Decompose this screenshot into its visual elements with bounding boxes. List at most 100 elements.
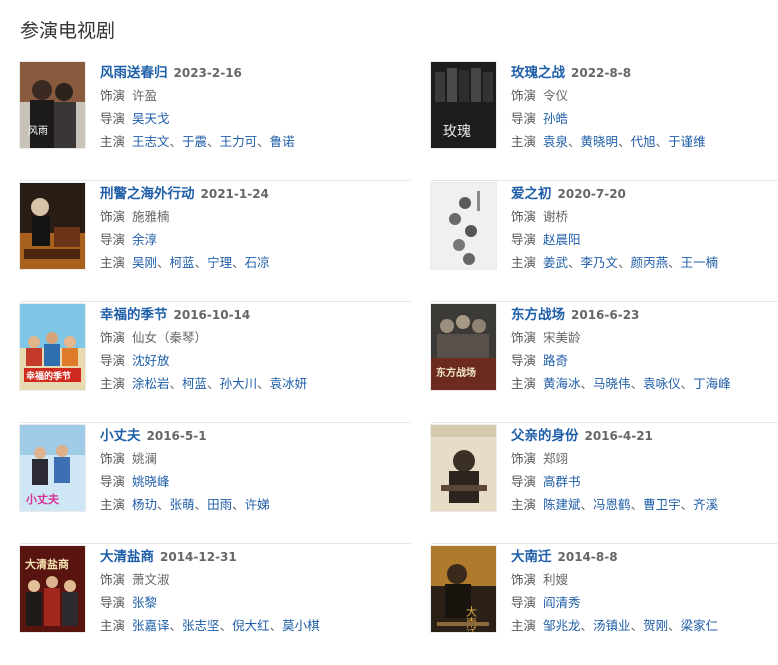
director-link[interactable]: 余淳 (132, 232, 157, 247)
show-title-link[interactable]: 爱之初 (511, 186, 552, 202)
cast-link[interactable]: 王一楠 (681, 255, 719, 270)
cast-link[interactable]: 许娣 (245, 497, 270, 512)
cast-link[interactable]: 张嘉译 (132, 618, 170, 633)
role-label: 饰演 (511, 451, 537, 466)
cast-link[interactable]: 贺刚 (643, 618, 668, 633)
director-label: 导演 (511, 111, 537, 126)
cast-link[interactable]: 齐溪 (693, 497, 718, 512)
cast-link[interactable]: 宁理 (207, 255, 232, 270)
show-title-link[interactable]: 风雨送春归 (100, 65, 168, 81)
cast-link[interactable]: 黄海冰 (543, 376, 581, 391)
show-poster[interactable]: 东方战场 (431, 304, 496, 390)
show-poster[interactable]: 大清盐商 (20, 546, 85, 632)
cast-link[interactable]: 于震 (182, 134, 207, 149)
show-date: 2014-8-8 (557, 550, 618, 564)
director-label: 导演 (100, 232, 126, 247)
cast-link[interactable]: 袁泉 (543, 134, 568, 149)
cast-link[interactable]: 张志坚 (182, 618, 220, 633)
cast-link[interactable]: 汤镇业 (593, 618, 631, 633)
show-poster[interactable]: 风雨 (20, 62, 85, 148)
show-card: 幸福的季节 幸福的季节 2016-10-14 饰演 仙女（秦琴） 导演 沈好放 主演涂… (20, 302, 431, 423)
director-label: 导演 (511, 595, 537, 610)
cast-link[interactable]: 柯蓝 (170, 255, 195, 270)
cast-label: 主演 (100, 255, 126, 270)
director-link[interactable]: 孙皓 (543, 111, 568, 126)
cast-link[interactable]: 颜丙燕 (631, 255, 669, 270)
show-card: 大南迁 大南迁 2014-8-8 饰演 利嫂 导演 阎清秀 主演 邹兆龙、汤镇业、贺刚、… (431, 544, 778, 665)
cast-label: 主演 (100, 497, 126, 512)
show-title-link[interactable]: 刑警之海外行动 (100, 186, 195, 202)
show-card: 风雨 风雨送春归 2023-2-16 饰演 许盈 导演 吴天戈 主演 王志文、于震、王力… (20, 60, 431, 181)
cast-link[interactable]: 邹兆龙 (543, 618, 581, 633)
cast-link[interactable]: 曹卫宇 (643, 497, 681, 512)
cast-link[interactable]: 袁冰妍 (270, 376, 308, 391)
cast-label: 主演 (100, 134, 126, 149)
cast-link[interactable]: 杨玏 (132, 497, 157, 512)
role-value: 萧文淑 (132, 572, 170, 587)
show-date: 2016-4-21 (584, 429, 653, 443)
cast-link[interactable]: 袁咏仪 (643, 376, 681, 391)
cast-link[interactable]: 于谨维 (668, 134, 706, 149)
cast-link[interactable]: 鲁诺 (270, 134, 295, 149)
svg-text:东方战场: 东方战场 (436, 366, 476, 379)
show-date: 2014-12-31 (160, 550, 237, 564)
cast-link[interactable]: 石凉 (245, 255, 270, 270)
show-title-link[interactable]: 父亲的身份 (511, 428, 579, 444)
cast-link[interactable]: 丁海峰 (693, 376, 731, 391)
role-value: 姚澜 (132, 451, 158, 466)
show-title-link[interactable]: 小丈夫 (100, 428, 141, 444)
director-link[interactable]: 路奇 (543, 353, 568, 368)
svg-text:玫瑰: 玫瑰 (443, 124, 471, 140)
director-link[interactable]: 张黎 (132, 595, 157, 610)
director-link[interactable]: 沈好放 (132, 353, 170, 368)
director-link[interactable]: 赵晨阳 (543, 232, 581, 247)
cast-link[interactable]: 田雨 (207, 497, 232, 512)
show-title-link[interactable]: 东方战场 (511, 307, 565, 323)
show-poster[interactable]: 大南迁 (431, 546, 496, 632)
cast-link[interactable]: 孙大川 (220, 376, 258, 391)
director-link[interactable]: 吴天戈 (132, 111, 170, 126)
show-poster[interactable] (20, 183, 85, 269)
cast-link[interactable]: 倪大红 (232, 618, 270, 633)
show-date: 2022-8-8 (571, 66, 632, 80)
director-link[interactable]: 阎清秀 (543, 595, 581, 610)
cast-link[interactable]: 冯恩鹤 (593, 497, 631, 512)
cast-link[interactable]: 黄晓明 (581, 134, 619, 149)
svg-text:风雨: 风雨 (28, 125, 48, 137)
director-label: 导演 (100, 111, 126, 126)
cast-link[interactable]: 李乃文 (581, 255, 619, 270)
section-title: 参演电视剧 (20, 20, 116, 42)
show-poster[interactable]: 幸福的季节 (20, 304, 85, 390)
cast-link[interactable]: 马晓伟 (593, 376, 631, 391)
show-card: 父亲的身份 2016-4-21 饰演 郑翊 导演 高群书 主演 陈建斌、冯恩鹤、曹卫宇、… (431, 423, 778, 544)
role-label: 饰演 (100, 209, 126, 224)
cast-label: 主演 (511, 497, 537, 512)
cast-link[interactable]: 张萌 (170, 497, 195, 512)
show-title-link[interactable]: 玫瑰之战 (511, 65, 565, 81)
show-poster[interactable] (431, 183, 496, 269)
cast-link[interactable]: 梁家仁 (681, 618, 719, 633)
cast-link[interactable]: 柯蓝 (182, 376, 207, 391)
cast-link[interactable]: 姜武 (543, 255, 568, 270)
cast-link[interactable]: 王力可 (220, 134, 258, 149)
cast-link[interactable]: 莫小棋 (282, 618, 320, 633)
show-title-link[interactable]: 大南迁 (511, 549, 552, 565)
director-link[interactable]: 高群书 (543, 474, 581, 489)
show-poster[interactable]: 小丈夫 (20, 425, 85, 511)
director-label: 导演 (511, 474, 537, 489)
show-card: 大清盐商 大清盐商 2014-12-31 饰演 萧文淑 导演 张黎 主演 张嘉译、张志坚… (20, 544, 431, 665)
cast-link[interactable]: 吴刚 (132, 255, 157, 270)
show-title-link[interactable]: 大清盐商 (100, 549, 154, 565)
show-poster[interactable] (431, 425, 496, 511)
cast-link[interactable]: 陈建斌 (543, 497, 581, 512)
cast-link[interactable]: 王志文 (132, 134, 170, 149)
role-value: 谢桥 (543, 209, 569, 224)
show-title-link[interactable]: 幸福的季节 (100, 307, 168, 323)
director-label: 导演 (511, 232, 537, 247)
director-link[interactable]: 姚晓峰 (132, 474, 170, 489)
show-poster[interactable]: 玫瑰 (431, 62, 496, 148)
cast-link[interactable]: 代旭 (631, 134, 656, 149)
cast-link[interactable]: 涂松岩 (132, 376, 170, 391)
role-label: 饰演 (100, 88, 126, 103)
role-value: 许盈 (132, 88, 158, 103)
